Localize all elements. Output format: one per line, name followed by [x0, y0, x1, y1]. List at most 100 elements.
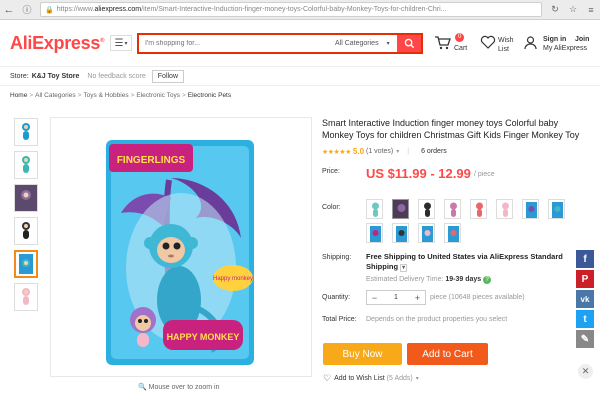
total-price-value: Depends on the product properties you se… [366, 316, 508, 323]
cart-icon [435, 36, 451, 50]
join-link[interactable]: Join [575, 36, 589, 43]
help-icon[interactable]: ? [483, 276, 492, 284]
plus-button[interactable]: + [410, 293, 425, 303]
thumbnail-image[interactable] [14, 118, 38, 146]
color-swatch[interactable] [418, 199, 435, 219]
search-icon [404, 38, 414, 49]
cart-count-badge: 0 [455, 33, 465, 42]
sign-in-link[interactable]: Sign in [543, 36, 566, 43]
logo-text: AliExpress [10, 33, 101, 53]
color-swatch[interactable] [418, 223, 435, 243]
breadcrumb-electronic-toys[interactable]: Electronic Toys [136, 92, 180, 99]
browser-toolbar: ← ⓘ 🔒 https://www. aliexpress.com/item/Sm… [0, 0, 600, 20]
color-swatch[interactable] [444, 199, 461, 219]
main-product-image[interactable]: FINGERLINGS Happy monkey HAPPY MONKEY [50, 117, 312, 377]
quantity-label: Quantity: [322, 294, 351, 301]
facebook-icon[interactable]: f [576, 250, 594, 268]
pinterest-icon[interactable]: P [576, 270, 594, 288]
chevron-down-icon: ▾ [396, 149, 400, 155]
color-swatch[interactable] [470, 199, 487, 219]
edit-icon[interactable]: ✎ [576, 330, 594, 348]
breadcrumb-all-categories[interactable]: All Categories [35, 92, 75, 99]
hamburger-icon: ☰ [114, 37, 124, 49]
thumbnail-image[interactable] [14, 217, 38, 245]
shipping-label: Shipping: [322, 254, 352, 261]
shipping-method-text: Free Shipping to United States via AliEx… [366, 252, 563, 271]
breadcrumb-home[interactable]: Home [10, 92, 27, 99]
color-swatch[interactable] [444, 223, 461, 243]
search-button[interactable] [397, 35, 421, 52]
breadcrumb-electronic-pets[interactable]: Electronic Pets [188, 92, 231, 99]
url-domain: aliexpress.com [94, 6, 142, 13]
package-brand-text: FINGERLINGS [117, 155, 186, 166]
search-category-label: All Categories [335, 40, 379, 47]
minus-button[interactable]: − [367, 293, 382, 303]
store-label: Store: [10, 72, 29, 80]
account-menu: Sign in Join My AliExpress [523, 35, 598, 57]
thumbnail-image[interactable] [14, 283, 38, 311]
rating-stars: ★★★★★ [322, 148, 351, 156]
close-icon[interactable]: ✕ [578, 364, 593, 379]
per-piece-label: / piece [474, 171, 495, 178]
follow-button[interactable]: Follow [151, 69, 185, 83]
thumbnail-list [14, 118, 40, 316]
color-swatch-selected[interactable] [392, 199, 409, 219]
cart-button[interactable]: 0 Cart [434, 33, 474, 57]
color-swatch[interactable] [366, 223, 383, 243]
menu-icon[interactable]: ≡ [584, 3, 598, 17]
wish-list-label: Wish List [498, 37, 514, 53]
thumbnail-image-selected[interactable] [14, 250, 38, 278]
add-to-wishlist[interactable]: ♡ Add to Wish List (5 Adds) ▾ [323, 373, 419, 384]
vk-icon[interactable]: vk [576, 290, 594, 308]
wish-list-button[interactable]: Wish List [480, 35, 520, 57]
thumbnail-image[interactable] [14, 151, 38, 179]
buy-now-button[interactable]: Buy Now [323, 343, 402, 365]
search-category-select[interactable]: All Categories ▾ [331, 35, 397, 52]
color-swatch[interactable] [366, 199, 383, 219]
color-swatch[interactable] [548, 199, 565, 219]
package-sticker-text: Happy monkey [213, 276, 253, 282]
breadcrumb-toys-hobbies[interactable]: Toys & Hobbies [83, 92, 128, 99]
shipping-method[interactable]: Free Shipping to United States via AliEx… [366, 252, 586, 273]
heart-icon: ♡ [323, 373, 332, 383]
color-swatch[interactable] [392, 223, 409, 243]
chevron-down-icon: ▾ [415, 376, 419, 382]
quantity-availability: piece (10648 pieces available) [430, 294, 525, 301]
delivery-time: Estimated Delivery Time: 19-39 days ? [366, 276, 492, 284]
aliexpress-logo[interactable]: AliExpress® [10, 33, 104, 54]
address-bar[interactable]: 🔒 https://www. aliexpress.com/item/Smart-… [40, 2, 542, 17]
color-swatch[interactable] [496, 199, 513, 219]
search-input[interactable] [139, 35, 331, 52]
rating-row: ★★★★★ 5.0 (1 votes) ▾ | 6 orders [322, 147, 447, 156]
star-icon[interactable]: ☆ [566, 3, 580, 17]
quantity-stepper: − 1 + [366, 290, 426, 305]
price-label: Price: [322, 168, 340, 175]
info-icon[interactable]: ⓘ [18, 1, 36, 19]
add-to-cart-button[interactable]: Add to Cart [407, 343, 488, 365]
magnifier-icon: 🔍 [138, 384, 147, 391]
lock-icon: 🔒 [45, 6, 54, 14]
zoom-hint: 🔍 Mouse over to zoom in [138, 383, 219, 391]
orders-count: 6 orders [421, 148, 447, 155]
back-icon[interactable]: ← [0, 1, 18, 19]
breadcrumb: Home > All Categories > Toys & Hobbies > Elect… [10, 92, 232, 99]
reload-icon[interactable]: ↻ [548, 3, 562, 17]
chevron-down-icon: ▾ [124, 40, 128, 47]
chevron-down-icon: ▾ [400, 264, 408, 272]
my-aliexpress-link[interactable]: My AliExpress [543, 45, 587, 52]
store-name-link[interactable]: K&J Toy Store [32, 73, 80, 80]
rating-value: 5.0 [352, 147, 365, 156]
categories-menu-button[interactable]: ☰ ▾ [110, 35, 132, 51]
votes-link[interactable]: (1 votes) [366, 148, 393, 155]
zoom-hint-text: Mouse over to zoom in [148, 384, 220, 391]
twitter-icon[interactable]: t [576, 310, 594, 328]
quantity-input[interactable]: 1 [382, 294, 410, 301]
store-feedback-score: No feedback score [87, 72, 146, 80]
price-value: US $11.99 - 12.99 [366, 166, 471, 181]
user-icon [524, 36, 537, 50]
site-header: AliExpress® ☰▾ All Categories ▾ 0 Cart W… [0, 21, 600, 65]
delivery-label: Estimated Delivery Time: [366, 276, 444, 283]
share-bar: f P vk t ✎ [576, 250, 594, 350]
thumbnail-image[interactable] [14, 184, 38, 212]
color-swatch[interactable] [522, 199, 539, 219]
